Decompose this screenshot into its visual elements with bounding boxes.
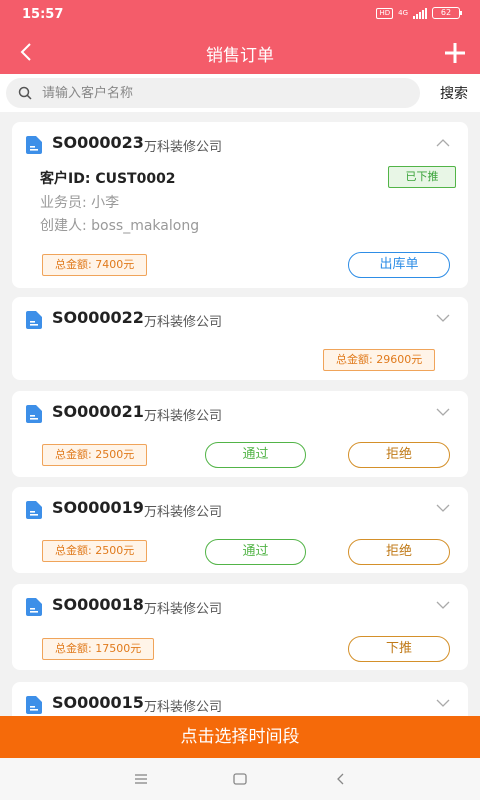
select-time-range-button[interactable]: 点击选择时间段 (0, 716, 480, 758)
document-icon (26, 501, 42, 519)
salesman-value: 小李 (91, 195, 120, 211)
amount-label: 总金额: (55, 544, 96, 557)
chevron-down-icon[interactable] (436, 698, 450, 708)
status-badge: 已下推 (388, 166, 456, 188)
status-time: 15:57 (22, 7, 64, 22)
plus-icon[interactable] (442, 40, 468, 66)
document-icon (26, 598, 42, 616)
order-card[interactable]: SO000021 万科装修公司 总金额: 2500元 通过 拒绝 (12, 391, 468, 477)
search-input[interactable] (42, 82, 412, 104)
amount-label: 总金额: (336, 353, 377, 366)
document-icon (26, 696, 42, 714)
customer-id-label: 客户ID: (40, 171, 96, 187)
customer-id-row: 客户ID: CUST0002 (40, 168, 176, 188)
approve-button[interactable]: 通过 (205, 442, 306, 468)
amount-value: 17500元 (95, 642, 142, 655)
salesman-row: 业务员: 小李 (40, 192, 119, 212)
customer-name: 万科装修公司 (144, 409, 223, 424)
amount-value: 29600元 (376, 353, 423, 366)
signal-icon (413, 7, 427, 19)
amount-label: 总金额: (55, 448, 96, 461)
battery-icon: 62 (432, 7, 462, 19)
order-number: SO000022 (52, 308, 144, 327)
page-title: 销售订单 (206, 46, 274, 66)
reject-button[interactable]: 拒绝 (348, 539, 450, 565)
customer-name: 万科装修公司 (144, 700, 223, 715)
document-icon (26, 405, 42, 423)
total-amount: 总金额: 2500元 (42, 540, 148, 562)
menu-icon[interactable] (132, 770, 150, 788)
total-amount: 总金额: 2500元 (42, 444, 148, 466)
order-card[interactable]: SO000023 万科装修公司 客户ID: CUST0002 已下推 业务员: … (12, 122, 468, 288)
order-number: SO000015 (52, 693, 144, 712)
network-icon: 4G (398, 9, 408, 17)
creator-label: 创建人: (40, 218, 92, 234)
order-card[interactable]: SO000019 万科装修公司 总金额: 2500元 通过 拒绝 (12, 487, 468, 573)
approve-button[interactable]: 通过 (205, 539, 306, 565)
creator-value: boss_makalong (91, 218, 200, 234)
amount-label: 总金额: (55, 642, 96, 655)
search-button[interactable]: 搜索 (440, 83, 468, 103)
order-number: SO000018 (52, 595, 144, 614)
amount-value: 2500元 (95, 448, 135, 461)
system-nav-bar (0, 758, 480, 800)
total-amount: 总金额: 17500元 (42, 638, 155, 660)
customer-name: 万科装修公司 (144, 505, 223, 520)
app-header: 销售订单 (0, 30, 480, 74)
document-icon (26, 136, 42, 154)
amount-label: 总金额: (55, 258, 96, 271)
search-row: 搜索 (0, 74, 480, 112)
home-icon[interactable] (231, 770, 249, 788)
chevron-down-icon[interactable] (436, 600, 450, 610)
customer-id-value: CUST0002 (95, 171, 176, 187)
hd-icon: HD (376, 7, 394, 19)
total-amount: 总金额: 29600元 (323, 349, 436, 371)
customer-name: 万科装修公司 (144, 602, 223, 617)
chevron-down-icon[interactable] (436, 313, 450, 323)
order-number: SO000019 (52, 498, 144, 517)
salesman-label: 业务员: (40, 195, 92, 211)
document-icon (26, 311, 42, 329)
search-icon (18, 86, 32, 100)
order-card[interactable]: SO000018 万科装修公司 总金额: 17500元 下推 (12, 584, 468, 670)
back-icon[interactable] (332, 770, 350, 788)
order-number: SO000023 (52, 133, 144, 152)
customer-name: 万科装修公司 (144, 140, 223, 155)
chevron-up-icon[interactable] (436, 138, 450, 148)
total-amount: 总金额: 7400元 (42, 254, 148, 276)
creator-row: 创建人: boss_makalong (40, 215, 199, 235)
chevron-down-icon[interactable] (436, 407, 450, 417)
reject-button[interactable]: 拒绝 (348, 442, 450, 468)
status-bar: 15:57 HD 4G 62 (0, 0, 480, 30)
amount-value: 2500元 (95, 544, 135, 557)
status-icons: HD 4G 62 (376, 7, 462, 19)
chevron-down-icon[interactable] (436, 503, 450, 513)
customer-name: 万科装修公司 (144, 315, 223, 330)
order-number: SO000021 (52, 402, 144, 421)
search-box[interactable] (6, 78, 420, 108)
push-down-button[interactable]: 下推 (348, 636, 450, 662)
amount-value: 7400元 (95, 258, 135, 271)
outbound-order-button[interactable]: 出库单 (348, 252, 450, 278)
order-card[interactable]: SO000022 万科装修公司 总金额: 29600元 (12, 297, 468, 380)
